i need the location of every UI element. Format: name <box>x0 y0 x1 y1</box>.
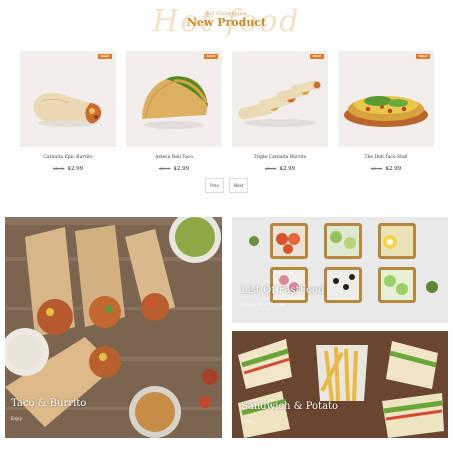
tostada-image <box>344 96 428 127</box>
sale-badge: SALE <box>204 54 218 59</box>
old-price: $4.00 <box>370 166 383 171</box>
sale-price: $2.99 <box>279 166 296 172</box>
fastfood-photo <box>232 217 448 323</box>
product-image[interactable] <box>20 51 116 147</box>
old-price: $4.00 <box>158 166 171 171</box>
sale-price: $2.99 <box>385 166 402 172</box>
product-name[interactable]: The Dell Taco Stall <box>338 155 434 160</box>
prev-button[interactable]: Prev <box>205 178 224 193</box>
section-header: Hot food All Collection New Product <box>0 0 453 40</box>
product-image[interactable] <box>232 51 328 147</box>
burrito-image <box>33 92 102 127</box>
sale-badge: SALE <box>98 54 112 59</box>
sale-badge: SALE <box>416 54 430 59</box>
banner-title: Sandwich & Potato <box>241 401 339 412</box>
product-price: $4.00 $2.99 <box>20 166 116 172</box>
old-price: $4.00 <box>264 166 277 171</box>
product-name[interactable]: Carnaita Epic Burrito <box>20 155 116 160</box>
section-title: New Product <box>186 16 267 29</box>
product-name[interactable]: Asteca Dell Taco <box>126 155 222 160</box>
sale-price: $2.99 <box>173 166 190 172</box>
product-price: $4.00 $2.99 <box>232 166 328 172</box>
product-price: $4.00 $2.99 <box>338 166 434 172</box>
sandwich-potato-photo <box>232 331 448 438</box>
old-price: $4.00 <box>52 166 65 171</box>
banner-taco-burrito[interactable]: Taco & Burrito Enjoy <box>5 217 222 438</box>
taco-image <box>142 76 208 129</box>
sale-price: $2.99 <box>67 166 84 172</box>
next-button[interactable]: Next <box>229 178 248 193</box>
product-price: $4.00 $2.99 <box>126 166 222 172</box>
burritos-image <box>238 80 321 127</box>
banner-title: Taco & Burrito <box>11 398 87 409</box>
banner-subtitle: Enjoy <box>11 416 22 421</box>
banner-sandwich-potato[interactable]: Sandwich & Potato Enjoy <box>232 331 448 438</box>
product-name[interactable]: Triple Carnaita Burrito <box>232 155 328 160</box>
banner-subtitle: Choose What You Like <box>241 302 285 307</box>
product-image[interactable] <box>338 51 434 147</box>
product-image[interactable] <box>126 51 222 147</box>
banner-title: List Of FastFood <box>241 285 325 296</box>
sale-badge: SALE <box>310 54 324 59</box>
banner-fastfood-list[interactable]: List Of FastFood Choose What You Like <box>232 217 448 323</box>
banner-subtitle: Enjoy <box>241 418 252 423</box>
